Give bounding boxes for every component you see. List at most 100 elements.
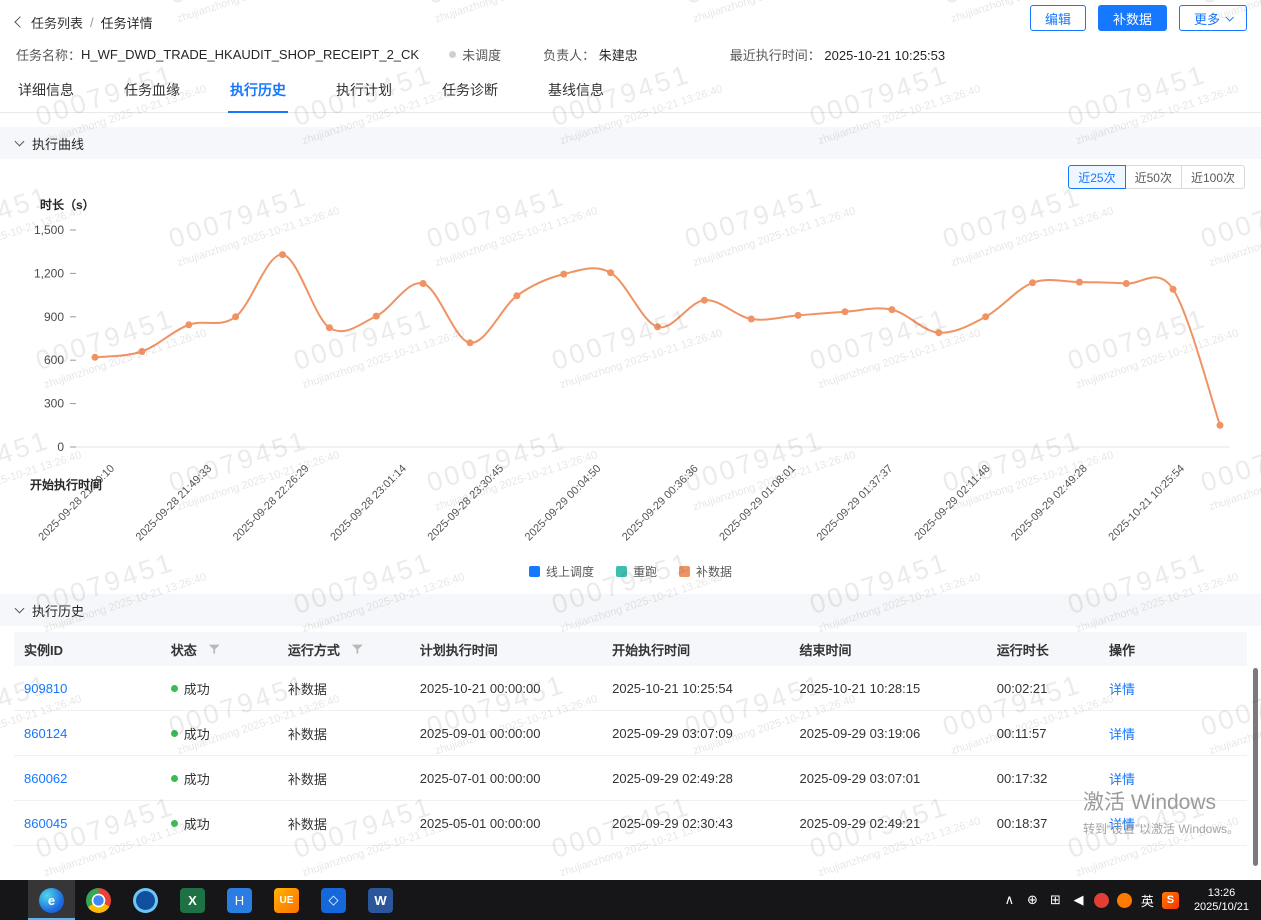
data-point[interactable] — [279, 251, 286, 258]
instance-id-link[interactable]: 860045 — [24, 816, 67, 831]
tab-baseline[interactable]: 基线信息 — [546, 71, 606, 112]
data-point[interactable] — [842, 308, 849, 315]
task-name: H_WF_DWD_TRADE_HKAUDIT_SHOP_RECEIPT_2_CK — [81, 47, 419, 62]
tab-lineage[interactable]: 任务血缘 — [122, 71, 182, 112]
breadcrumb-task-list[interactable]: 任务列表 — [31, 13, 83, 32]
range-100-button[interactable]: 近100次 — [1181, 165, 1245, 189]
x-tick-label: 2025-09-28 23:30:45 — [425, 463, 506, 544]
data-point[interactable] — [513, 292, 520, 299]
instance-id-link[interactable]: 909810 — [24, 681, 67, 696]
collapse-chevron-icon[interactable] — [15, 136, 25, 146]
cell-status: 成功 — [161, 814, 278, 833]
ime-language-indicator[interactable]: 英 — [1136, 880, 1159, 920]
column-header-label: 计划执行时间 — [420, 640, 498, 659]
volume-icon[interactable]: ◀ — [1067, 880, 1090, 920]
data-point[interactable] — [232, 313, 239, 320]
detail-link[interactable]: 详情 — [1109, 724, 1135, 743]
data-point[interactable] — [935, 329, 942, 336]
tab-plan[interactable]: 执行计划 — [334, 71, 394, 112]
curve-chart: 时长（s）03006009001,2001,5002025-09-28 21:2… — [0, 193, 1250, 558]
data-point[interactable] — [560, 271, 567, 278]
range-button-group: 近25次近50次近100次 — [0, 165, 1261, 191]
column-header-label: 操作 — [1109, 640, 1135, 659]
browser-glyph — [133, 888, 158, 913]
data-point[interactable] — [607, 269, 614, 276]
legend-item-backfill[interactable]: 补数据 — [679, 563, 732, 580]
data-point[interactable] — [92, 354, 99, 361]
history-section-head: 执行历史 — [0, 594, 1261, 626]
data-point[interactable] — [1029, 279, 1036, 286]
success-dot-icon — [171, 820, 178, 827]
detail-link[interactable]: 详情 — [1109, 769, 1135, 788]
red-app-tray-icon[interactable] — [1090, 880, 1113, 920]
x-tick-label: 2025-09-28 21:49:33 — [134, 463, 215, 544]
column-header-label: 状态 — [171, 640, 197, 659]
data-point[interactable] — [982, 313, 989, 320]
taskbar-clock[interactable]: 13:26 2025/10/21 — [1186, 880, 1261, 920]
filter-icon[interactable] — [209, 644, 220, 655]
blue-app-taskbar-icon[interactable]: ◇ — [310, 880, 357, 920]
detail-link[interactable]: 详情 — [1109, 679, 1135, 698]
last-exec-time: 2025-10-21 10:25:53 — [824, 48, 945, 63]
x-tick-label: 2025-09-29 02:49:28 — [1009, 463, 1090, 544]
data-point[interactable] — [467, 339, 474, 346]
legend-label: 补数据 — [696, 563, 732, 580]
column-header-duration: 运行时长 — [987, 640, 1099, 659]
instance-id-link[interactable]: 860062 — [24, 771, 67, 786]
table-scrollbar[interactable] — [1253, 668, 1258, 866]
sogou-ime-icon[interactable]: S — [1159, 880, 1182, 920]
tablet-mode-icon[interactable]: ⊞ — [1044, 880, 1067, 920]
data-point[interactable] — [1076, 279, 1083, 286]
data-point[interactable] — [701, 297, 708, 304]
chevron-down-icon — [1225, 13, 1233, 21]
data-point[interactable] — [138, 348, 145, 355]
data-point[interactable] — [748, 316, 755, 323]
backfill-button[interactable]: 补数据 — [1098, 5, 1167, 31]
collapse-chevron-icon[interactable] — [15, 603, 25, 613]
data-point[interactable] — [888, 306, 895, 313]
owner-name: 朱建忠 — [599, 48, 638, 63]
network-icon-glyph: ⊕ — [1027, 892, 1038, 908]
excel-taskbar-icon[interactable]: X — [169, 880, 216, 920]
data-point[interactable] — [795, 312, 802, 319]
column-header-plan-time: 计划执行时间 — [410, 640, 602, 659]
tab-history[interactable]: 执行历史 — [228, 71, 288, 112]
legend-item-rerun[interactable]: 重跑 — [616, 563, 657, 580]
explorer-app-taskbar-icon[interactable]: H — [216, 880, 263, 920]
filter-icon[interactable] — [352, 644, 363, 655]
back-icon[interactable] — [14, 16, 25, 27]
cell-status: 成功 — [161, 724, 278, 743]
breadcrumb-separator: / — [90, 15, 94, 30]
tab-details[interactable]: 详细信息 — [16, 71, 76, 112]
tab-diagnosis[interactable]: 任务诊断 — [440, 71, 500, 112]
word-taskbar-icon[interactable]: W — [357, 880, 404, 920]
more-button[interactable]: 更多 — [1179, 5, 1247, 31]
cell-start-time: 2025-09-29 02:30:43 — [602, 816, 789, 831]
data-point[interactable] — [654, 323, 661, 330]
legend-label: 重跑 — [633, 563, 657, 580]
legend-item-online[interactable]: 线上调度 — [529, 563, 594, 580]
table-row: 860124成功补数据2025-09-01 00:00:002025-09-29… — [14, 711, 1247, 756]
data-point[interactable] — [326, 324, 333, 331]
header-actions: 编辑 补数据 更多 — [1030, 5, 1247, 31]
range-50-button[interactable]: 近50次 — [1125, 165, 1182, 189]
column-header-instance-id: 实例ID — [14, 640, 161, 659]
hidden-icons-chevron[interactable]: ∧ — [998, 880, 1021, 920]
browser-taskbar-icon[interactable] — [122, 880, 169, 920]
network-icon[interactable]: ⊕ — [1021, 880, 1044, 920]
status-text: 成功 — [184, 769, 210, 788]
editor-taskbar-icon[interactable]: UE — [263, 880, 310, 920]
edge-taskbar-icon[interactable]: e — [28, 880, 75, 920]
data-point[interactable] — [1217, 422, 1224, 429]
data-point[interactable] — [1170, 286, 1177, 293]
instance-id-link[interactable]: 860124 — [24, 726, 67, 741]
range-25-button[interactable]: 近25次 — [1068, 165, 1125, 189]
edit-button[interactable]: 编辑 — [1030, 5, 1086, 31]
chrome-taskbar-icon[interactable] — [75, 880, 122, 920]
data-point[interactable] — [373, 313, 380, 320]
data-point[interactable] — [1123, 280, 1130, 287]
data-point[interactable] — [420, 280, 427, 287]
data-point[interactable] — [185, 321, 192, 328]
orange-app-tray-icon[interactable] — [1113, 880, 1136, 920]
success-dot-icon — [171, 685, 178, 692]
